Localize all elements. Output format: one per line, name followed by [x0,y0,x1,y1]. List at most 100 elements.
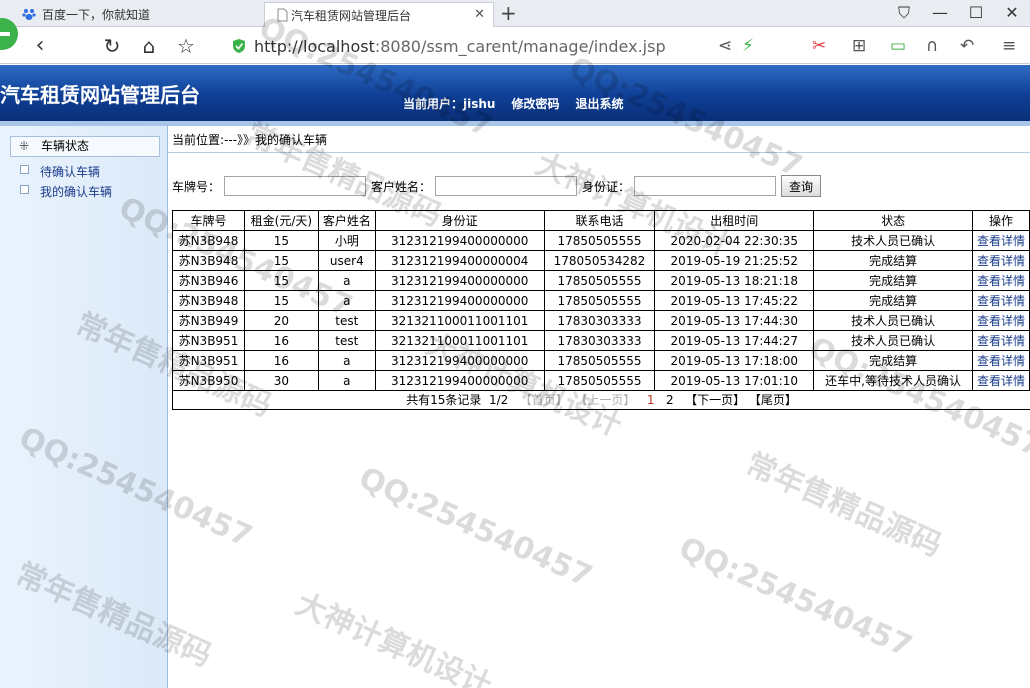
table-cell: 178050534282 [543,250,656,271]
share-icon[interactable]: ⋖ [718,36,732,56]
record-count: 共有15条记录 [406,393,482,407]
table-cell: a [317,270,376,291]
table-row: 苏N3B950 30 a 312312199400000000 17850505555 2… [172,370,1030,391]
table-cell: 小明 [317,230,376,251]
table-cell: 17850505555 [543,290,656,311]
lightning-icon[interactable]: ⚡ [742,36,754,56]
battery-icon[interactable]: ▭ [890,36,906,56]
table-cell: 30 [243,370,319,391]
menu-icon[interactable]: ≡ [1002,36,1016,56]
logout-link[interactable]: 退出系统 [575,95,623,112]
back-icon[interactable]: ‹ [26,32,54,60]
view-details-link[interactable]: 查看详情 [971,270,1030,291]
watermark-shop: 常年售精品源码 [740,446,947,564]
home-icon[interactable]: ⌂ [135,32,163,60]
table-cell: test [317,310,376,331]
secure-shield-icon [233,39,245,53]
tab-car-rental-admin[interactable]: 汽车租赁网站管理后台 ✕ [264,2,494,27]
confirmed-vehicles-table: 车牌号 租金(元/天) 客户姓名 身份证 联系电话 出租时间 状态 操作 苏N3B948 15 小… [172,210,1030,391]
id-card-label: 身份证： [582,179,631,194]
view-details-link[interactable]: 查看详情 [971,250,1030,271]
undo-icon[interactable]: ↶ [960,36,974,56]
table-cell: 17850505555 [543,370,656,391]
customer-name-label: 客户姓名： [371,179,432,194]
view-details-link[interactable]: 查看详情 [971,370,1030,391]
app-title: 汽车租赁网站管理后台 [0,83,200,107]
table-cell: 17850505555 [543,270,656,291]
table-cell: 2019-05-13 17:01:10 [654,370,815,391]
divider [168,152,1030,153]
table-row: 苏N3B949 20 test 321321100011001101 178303033… [172,310,1030,331]
table-cell: 苏N3B948 [172,230,245,251]
view-details-link[interactable]: 查看详情 [971,350,1030,371]
table-cell: 完成结算 [813,250,973,271]
baidu-paw-icon [22,9,36,20]
table-cell: 苏N3B951 [172,350,245,371]
tree-node-icon [20,185,29,194]
plate-label: 车牌号： [172,179,221,194]
view-details-link[interactable]: 查看详情 [971,290,1030,311]
sidebar-item-my-confirmed-vehicles[interactable]: 我的确认车辆 [20,183,113,200]
table-cell: 17850505555 [543,230,656,251]
table-cell: test [317,330,376,351]
maximize-icon[interactable]: ☐ [958,0,994,27]
new-tab-icon[interactable]: + [500,1,517,25]
table-cell: 2019-05-13 17:18:00 [654,350,815,371]
view-details-link[interactable]: 查看详情 [971,230,1030,251]
table-cell: 321321100011001101 [374,310,545,331]
search-form: 车牌号： 客户姓名： 身份证： 查询 [172,175,822,197]
plate-input[interactable] [224,176,367,196]
breadcrumb: 当前位置:---》》我的确认车辆 [172,133,328,147]
table-cell: user4 [317,250,376,271]
favorite-star-icon[interactable]: ☆ [172,32,200,60]
sidebar-item-label: 我的确认车辆 [40,185,113,199]
column-header: 租金(元/天) [243,210,319,231]
id-card-input[interactable] [634,176,777,196]
reload-icon[interactable]: ↻ [98,32,126,60]
grid-apps-icon[interactable]: ⊞ [852,36,866,56]
table-row: 苏N3B951 16 a 312312199400000000 17850505555 2… [172,350,1030,371]
table-cell: a [317,370,376,391]
tab-label: 百度一下，你就知道 [42,8,151,22]
view-details-link[interactable]: 查看详情 [971,310,1030,331]
table-row: 苏N3B948 15 a 312312199400000000 17850505555 2… [172,290,1030,311]
minimize-icon[interactable]: — [922,0,958,27]
url-field[interactable]: http://localhost :8080/ssm_carent/manage… [232,35,666,57]
scissors-icon[interactable]: ✂ [812,36,826,56]
table-cell: 15 [243,250,319,271]
page-2-link[interactable]: 2 [666,393,674,407]
browser-tab-bar: 百度一下，你就知道 汽车租赁网站管理后台 ✕ + ⛉ — ☐ ✕ [0,0,1030,27]
table-row: 苏N3B948 15 user4 312312199400000004 17805053… [172,250,1030,271]
next-page-link[interactable]: 【下一页】 [685,393,745,407]
table-cell: 苏N3B949 [172,310,245,331]
shirt-icon[interactable]: ⛉ [886,0,922,27]
url-path: :8080/ssm_carent/manage/index.jsp [374,36,666,56]
watermark-design: 大神计算机设计 [290,586,497,688]
headphones-icon[interactable]: ∩ [926,36,938,56]
column-header: 客户姓名 [317,210,376,231]
tab-baidu[interactable]: 百度一下，你就知道 [0,2,262,27]
table-cell: 技术人员已确认 [813,310,973,331]
table-cell: 完成结算 [813,350,973,371]
column-header: 操作 [971,210,1030,231]
search-button[interactable]: 查询 [781,175,822,197]
table-row: 苏N3B948 15 小明 312312199400000000 17850505555… [172,230,1030,251]
sidebar-section-vehicle-status[interactable]: ⁜ 车辆状态 [10,136,160,157]
view-details-link[interactable]: 查看详情 [971,330,1030,351]
close-window-icon[interactable]: ✕ [994,0,1030,27]
column-header: 车牌号 [172,210,245,231]
sidebar-item-pending-vehicles[interactable]: 待确认车辆 [20,163,100,180]
last-page-link[interactable]: 【尾页】 [749,393,797,407]
watermark-qq: QQ:254540457 [673,530,918,665]
table-cell: 20 [243,310,319,331]
column-header: 出租时间 [654,210,815,231]
table-cell: 312312199400000000 [374,230,545,251]
column-header: 身份证 [374,210,545,231]
change-password-link[interactable]: 修改密码 [511,95,559,112]
customer-name-input[interactable] [435,176,578,196]
table-cell: 312312199400000000 [374,270,545,291]
table-cell: 2020-02-04 22:30:35 [654,230,815,251]
table-cell: 技术人员已确认 [813,230,973,251]
close-tab-icon[interactable]: ✕ [474,7,485,22]
tab-label: 汽车租赁网站管理后台 [291,8,412,23]
